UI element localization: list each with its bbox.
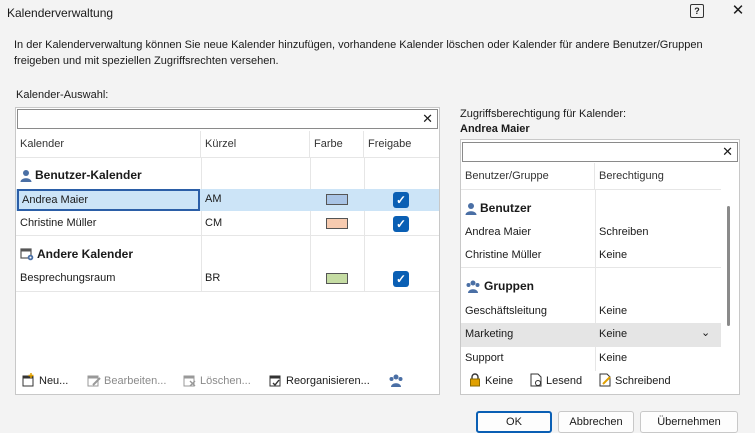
- calendar-list-panel: ✕ Kalender Kürzel Farbe Freigabe Benutze…: [15, 107, 440, 395]
- close-button[interactable]: ✕: [728, 1, 748, 21]
- user-name-cell[interactable]: Christine Müller: [461, 244, 595, 267]
- group-benutzer-kalender: Benutzer-Kalender: [16, 164, 201, 187]
- group-benutzer: Benutzer: [461, 197, 595, 220]
- user-name-cell[interactable]: Andrea Maier: [461, 221, 595, 244]
- user-icon: [20, 170, 32, 182]
- calendar-search-input[interactable]: ✕: [17, 109, 438, 129]
- calendar-selection-label: Kalender-Auswahl:: [16, 89, 109, 101]
- group-name-cell[interactable]: Geschäftsleitung: [461, 300, 595, 323]
- column-header-berechtigung[interactable]: Berechtigung: [595, 163, 721, 189]
- new-calendar-icon: [22, 373, 34, 387]
- help-button[interactable]: ?: [690, 4, 704, 18]
- cancel-button[interactable]: Abbrechen: [558, 411, 634, 433]
- calendar-short-cell: CM: [205, 217, 223, 229]
- permission-cell[interactable]: Schreiben: [595, 221, 721, 244]
- ok-button[interactable]: OK: [476, 411, 552, 433]
- window-title: Kalenderverwaltung: [7, 6, 114, 20]
- share-checkbox[interactable]: ✓: [393, 192, 409, 208]
- user-icon: [465, 203, 477, 215]
- delete-calendar-button[interactable]: Löschen...: [183, 373, 251, 389]
- permission-read-button[interactable]: Lesend: [529, 373, 582, 389]
- column-header-benutzer-gruppe[interactable]: Benutzer/Gruppe: [461, 163, 595, 189]
- calendar-short-cell: BR: [205, 272, 221, 284]
- clear-search-icon[interactable]: ✕: [722, 143, 733, 161]
- column-header-kalender[interactable]: Kalender: [16, 131, 201, 157]
- color-swatch[interactable]: [326, 273, 348, 284]
- permission-none-button[interactable]: Keine: [468, 373, 513, 389]
- access-rights-calendar-name: Andrea Maier: [460, 123, 530, 135]
- permission-cell[interactable]: Keine: [595, 300, 721, 323]
- edit-calendar-icon: [87, 375, 101, 387]
- permission-cell[interactable]: Keine: [595, 244, 721, 267]
- access-search-input[interactable]: ✕: [462, 142, 738, 162]
- access-rights-label: Zugriffsberechtigung für Kalender:: [460, 108, 627, 120]
- group-name-cell[interactable]: Marketing: [461, 323, 595, 346]
- reorganize-icon: [269, 375, 281, 387]
- color-swatch[interactable]: [326, 218, 348, 229]
- permission-write-button[interactable]: Schreibend: [598, 373, 671, 389]
- share-checkbox[interactable]: ✓: [393, 271, 409, 287]
- document-read-icon: [530, 373, 542, 387]
- column-header-farbe[interactable]: Farbe: [310, 131, 364, 157]
- share-group-button[interactable]: [388, 373, 407, 389]
- new-calendar-button[interactable]: Neu...: [22, 373, 68, 389]
- reorganize-button[interactable]: Reorganisieren...: [269, 373, 370, 389]
- calendar-table-header: Kalender Kürzel Farbe Freigabe: [16, 131, 439, 157]
- share-checkbox[interactable]: ✓: [393, 216, 409, 232]
- calendar-name-cell[interactable]: Andrea Maier: [17, 189, 200, 211]
- apply-button[interactable]: Übernehmen: [640, 411, 738, 433]
- group-icon: [389, 374, 403, 387]
- color-swatch[interactable]: [326, 194, 348, 205]
- access-table-header: Benutzer/Gruppe Berechtigung: [461, 163, 721, 189]
- delete-calendar-icon: [183, 375, 196, 387]
- group-andere-kalender: Andere Kalender: [16, 243, 201, 266]
- calendar-short-cell: AM: [205, 193, 222, 205]
- column-header-kuerzel[interactable]: Kürzel: [201, 131, 310, 157]
- description-text: In der Kalenderverwaltung können Sie neu…: [14, 39, 703, 67]
- group-gruppen: Gruppen: [461, 275, 595, 298]
- access-rights-panel: ✕ Benutzer/Gruppe Berechtigung Benutzer …: [460, 139, 740, 395]
- scrollbar-thumb[interactable]: [727, 206, 730, 326]
- calendar-name-cell[interactable]: Besprechungsraum: [16, 267, 201, 290]
- edit-calendar-button[interactable]: Bearbeiten...: [87, 373, 166, 389]
- calendar-name-cell[interactable]: Christine Müller: [16, 212, 201, 235]
- column-header-freigabe[interactable]: Freigabe: [364, 131, 439, 157]
- clear-search-icon[interactable]: ✕: [422, 110, 433, 128]
- permission-cell[interactable]: Keine: [595, 347, 721, 370]
- lock-icon: [470, 373, 480, 387]
- group-name-cell[interactable]: Support: [461, 347, 595, 370]
- document-write-icon: [599, 373, 611, 387]
- calendar-gear-icon: [20, 248, 34, 261]
- group-icon: [466, 280, 480, 293]
- chevron-down-icon[interactable]: ⌄: [701, 326, 710, 339]
